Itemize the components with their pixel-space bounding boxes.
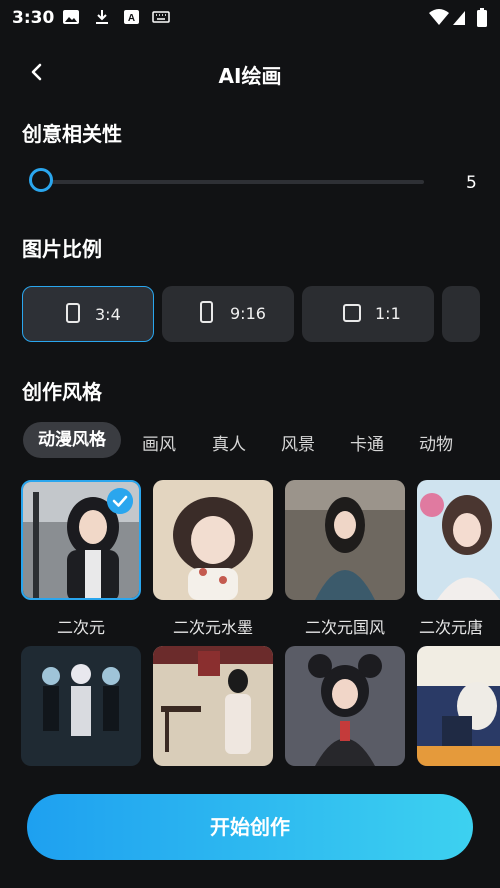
ratio-label: 1:1 <box>375 304 401 323</box>
style-caption: 二次元国风 <box>304 618 385 637</box>
page-title: AI绘画 <box>218 64 282 88</box>
ratio-title: 图片比例 <box>22 237 102 261</box>
style-caption: 二次元 <box>56 618 105 637</box>
style-preview-image <box>285 646 405 766</box>
svg-text:A: A <box>128 13 135 24</box>
style-item-anime[interactable] <box>21 480 141 600</box>
tab-animal[interactable]: 动物 <box>419 430 453 455</box>
style-caption: 二次元唐 <box>419 618 484 637</box>
style-preview-image <box>153 480 273 600</box>
ratio-option-3-4[interactable]: 3:4 <box>22 286 154 342</box>
tab-realistic[interactable]: 真人 <box>212 430 246 455</box>
style-item-row2-4[interactable] <box>417 646 500 766</box>
style-item-row2-3[interactable] <box>285 646 405 766</box>
tab-painting[interactable]: 画风 <box>142 430 176 455</box>
ratio-option-1-1[interactable]: 1:1 <box>302 286 434 342</box>
ratio-option-more[interactable] <box>442 286 480 342</box>
gallery-icon <box>63 10 79 24</box>
style-title: 创作风格 <box>22 380 102 404</box>
tab-landscape[interactable]: 风景 <box>281 430 315 455</box>
style-item-row2-1[interactable] <box>21 646 141 766</box>
tab-cartoon[interactable]: 卡通 <box>350 430 384 455</box>
ratio-option-9-16[interactable]: 9:16 <box>162 286 294 342</box>
download-icon <box>96 10 108 24</box>
wifi-icon <box>429 9 449 25</box>
style-preview-image <box>153 646 273 766</box>
tab-anime[interactable]: 动漫风格 <box>23 422 121 458</box>
signal-icon <box>453 11 465 25</box>
status-time: 3:30 <box>12 8 55 28</box>
square-ratio-icon <box>343 304 361 322</box>
style-item-tang[interactable] <box>417 480 500 600</box>
start-create-button[interactable]: 开始创作 <box>27 794 473 860</box>
creativity-slider-thumb[interactable] <box>29 168 53 192</box>
selected-check-icon <box>107 488 133 514</box>
style-item-guofeng[interactable] <box>285 480 405 600</box>
creativity-slider-track[interactable] <box>44 180 424 184</box>
keyboard-icon <box>152 11 170 23</box>
status-bar: 3:30 A <box>0 0 500 36</box>
ratio-label: 3:4 <box>95 305 121 324</box>
style-item-ink[interactable] <box>153 480 273 600</box>
style-preview-image <box>417 480 500 600</box>
creativity-title: 创意相关性 <box>22 122 122 146</box>
text-icon: A <box>124 10 139 24</box>
style-preview-image <box>285 480 405 600</box>
battery-icon <box>477 8 487 27</box>
tall-ratio-icon <box>200 301 213 323</box>
style-caption: 二次元水墨 <box>172 618 253 637</box>
creativity-value: 5 <box>466 173 477 193</box>
portrait-ratio-icon <box>66 303 80 323</box>
style-item-row2-2[interactable] <box>153 646 273 766</box>
style-preview-image <box>417 646 500 766</box>
ratio-label: 9:16 <box>230 304 266 323</box>
style-preview-image <box>21 646 141 766</box>
